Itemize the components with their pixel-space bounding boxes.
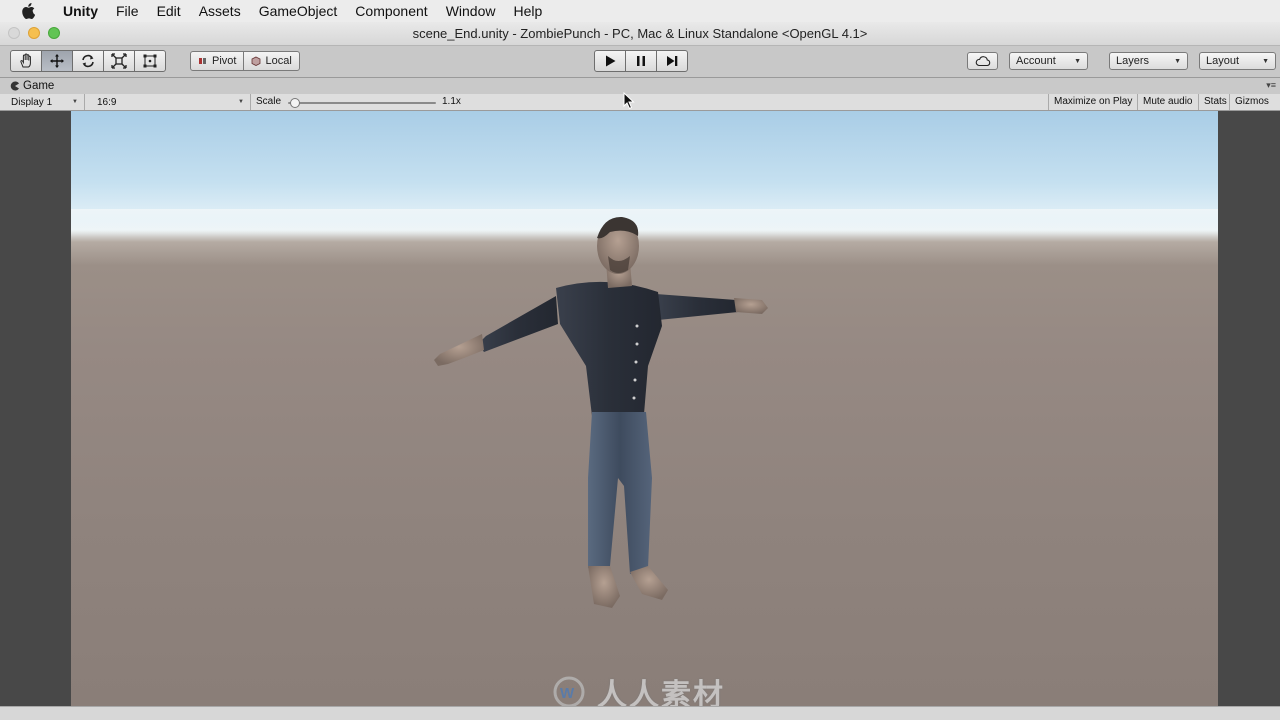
main-toolbar: Pivot Local Account ▼ Layers ▼ Layout ▼ <box>0 46 1280 78</box>
menu-component[interactable]: Component <box>346 0 436 22</box>
chevron-down-icon: ▼ <box>238 99 244 105</box>
chevron-down-icon: ▼ <box>1174 57 1181 65</box>
scale-slider-handle[interactable] <box>290 98 301 108</box>
scale-tool-button[interactable] <box>103 50 135 72</box>
game-view-area: W 人人素材 <box>0 111 1280 706</box>
watermark-text: 人人素材 <box>597 678 725 706</box>
mute-audio-toggle[interactable]: Mute audio <box>1137 94 1197 110</box>
apple-icon[interactable] <box>19 2 37 20</box>
rect-tool-button[interactable] <box>134 50 166 72</box>
maximize-on-play-toggle[interactable]: Maximize on Play <box>1048 94 1137 110</box>
step-button[interactable] <box>656 50 688 72</box>
display-dropdown[interactable]: Display 1 ▼ <box>5 94 85 110</box>
menu-assets[interactable]: Assets <box>190 0 250 22</box>
gizmos-label: Gizmos <box>1235 96 1269 107</box>
minimize-window-button[interactable] <box>28 27 40 39</box>
step-icon <box>667 56 678 66</box>
window-controls <box>8 27 60 39</box>
display-label: Display 1 <box>11 96 53 108</box>
pivot-icon <box>199 58 206 64</box>
account-label: Account <box>1016 55 1056 67</box>
close-window-button[interactable] <box>8 27 20 39</box>
menu-gameobject[interactable]: GameObject <box>250 0 347 22</box>
move-tool-button[interactable] <box>41 50 73 72</box>
account-dropdown[interactable]: Account ▼ <box>1009 52 1088 70</box>
scale-value: 1.1x <box>442 96 461 107</box>
mac-menu-bar: Unity File Edit Assets GameObject Compon… <box>0 0 1280 22</box>
cloud-services-button[interactable] <box>967 52 998 70</box>
aspect-label: 16:9 <box>97 96 117 108</box>
maximize-window-button[interactable] <box>48 27 60 39</box>
window-title-bar: scene_End.unity - ZombiePunch - PC, Mac … <box>0 22 1280 46</box>
pause-button[interactable] <box>625 50 657 72</box>
hand-icon <box>20 53 31 68</box>
layers-dropdown[interactable]: Layers ▼ <box>1109 52 1188 70</box>
scale-icon <box>111 53 127 69</box>
rect-icon <box>143 54 157 68</box>
tab-game[interactable]: Game <box>4 78 60 94</box>
svg-text:W: W <box>560 685 575 702</box>
character-model <box>434 216 768 608</box>
menu-window[interactable]: Window <box>437 0 505 22</box>
panel-tab-bar: Game ▾≡ <box>0 78 1280 94</box>
window-title: scene_End.unity - ZombiePunch - PC, Mac … <box>412 26 868 41</box>
menu-edit[interactable]: Edit <box>148 0 190 22</box>
pivot-label: Pivot <box>212 55 237 67</box>
pacman-icon <box>10 81 19 91</box>
status-bar <box>0 706 1280 720</box>
pivot-local-toggles: Pivot Local <box>190 51 300 73</box>
pause-icon <box>637 56 645 66</box>
hand-tool-button[interactable] <box>10 50 42 72</box>
menu-unity[interactable]: Unity <box>54 0 107 22</box>
aspect-dropdown[interactable]: 16:9 ▼ <box>91 94 251 110</box>
local-label: Local <box>265 55 292 67</box>
watermark-logo-icon: W <box>553 676 585 706</box>
panel-menu-icon[interactable]: ▾≡ <box>1266 80 1276 91</box>
local-cube-icon <box>252 56 261 66</box>
play-icon <box>606 55 616 67</box>
play-button[interactable] <box>594 50 626 72</box>
tab-game-label: Game <box>23 80 55 92</box>
watermark: W 人人素材 <box>551 670 725 706</box>
game-canvas[interactable]: W 人人素材 <box>71 111 1218 706</box>
transform-tools <box>10 50 166 72</box>
move-icon <box>50 54 64 68</box>
layout-label: Layout <box>1206 55 1240 67</box>
cloud-icon <box>975 56 990 67</box>
rotate-icon <box>82 54 94 68</box>
mouse-cursor-icon <box>623 92 635 110</box>
play-controls <box>594 50 688 72</box>
chevron-down-icon: ▼ <box>1074 57 1081 65</box>
local-toggle-button[interactable]: Local <box>243 51 300 71</box>
stats-toggle[interactable]: Stats <box>1198 94 1232 110</box>
chevron-down-icon: ▼ <box>1262 57 1269 65</box>
pivot-toggle-button[interactable]: Pivot <box>190 51 245 71</box>
gizmos-dropdown[interactable]: Gizmos ▼ <box>1229 94 1280 122</box>
scale-label: Scale <box>256 96 282 107</box>
rotate-tool-button[interactable] <box>72 50 104 72</box>
menu-file[interactable]: File <box>107 0 148 22</box>
scale-slider[interactable] <box>288 98 436 108</box>
layers-label: Layers <box>1116 55 1150 67</box>
chevron-down-icon: ▼ <box>72 99 78 105</box>
game-view-toolbar: Display 1 ▼ 16:9 ▼ Scale 1.1x Maximize o… <box>0 94 1280 122</box>
menu-help[interactable]: Help <box>504 0 551 22</box>
layout-dropdown[interactable]: Layout ▼ <box>1199 52 1276 70</box>
